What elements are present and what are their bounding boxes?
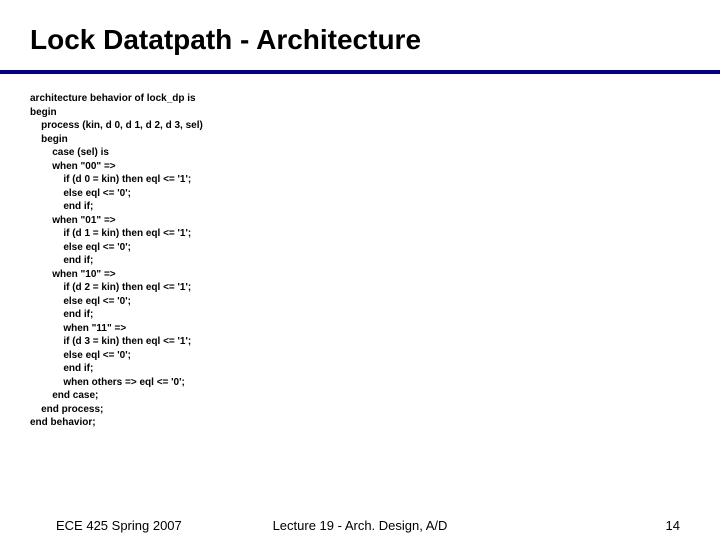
footer-page-number: 14 (666, 518, 680, 533)
footer-lecture: Lecture 19 - Arch. Design, A/D (273, 518, 448, 533)
footer-course: ECE 425 Spring 2007 (56, 518, 182, 533)
vhdl-code-block: architecture behavior of lock_dp is begi… (0, 74, 720, 430)
slide-title: Lock Datatpath - Architecture (0, 0, 720, 64)
